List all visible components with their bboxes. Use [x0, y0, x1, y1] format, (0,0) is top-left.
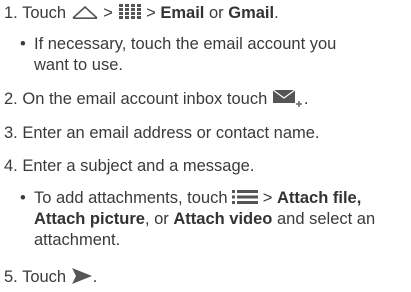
email-option: Email	[160, 4, 205, 22]
step-text: Touch	[22, 268, 67, 286]
period: .	[274, 4, 279, 22]
step-number: 2.	[4, 90, 18, 108]
step-number: 1.	[4, 4, 18, 22]
step-2: 2. On the email account inbox touch .	[4, 88, 308, 110]
separator: >	[262, 189, 273, 207]
step-5: 5. Touch .	[4, 266, 97, 288]
period: .	[92, 268, 98, 286]
attach-picture-option: Attach picture	[34, 210, 145, 228]
step-text: Enter a subject and a message.	[22, 157, 255, 175]
step-3: 3. Enter an email address or contact nam…	[4, 122, 320, 144]
note-line-1: To add attachments, touch > Attach file,	[34, 189, 362, 207]
note-line-3: attachment.	[34, 231, 121, 249]
bullet: •	[20, 189, 26, 207]
separator: >	[146, 4, 156, 22]
note-line-2: Attach picture, or Attach video and sele…	[34, 210, 376, 228]
home-icon	[71, 4, 99, 20]
step-1: 1. Touch > > Email or Gmail.	[4, 2, 279, 24]
apps-grid-icon	[118, 3, 142, 20]
menu-icon	[232, 189, 259, 204]
note-line-2: want to use.	[34, 56, 123, 74]
attach-video-option: Attach video	[173, 210, 273, 228]
step-text: Enter an email address or contact name.	[22, 124, 320, 142]
bullet: •	[20, 35, 26, 53]
step-text: Touch	[22, 4, 67, 22]
step-number: 3.	[4, 124, 18, 142]
step-number: 4.	[4, 157, 18, 175]
compose-email-icon	[272, 89, 304, 107]
send-icon	[71, 267, 93, 285]
attach-file-option: Attach file,	[276, 189, 362, 207]
step-4: 4. Enter a subject and a message.	[4, 155, 254, 177]
or-text: or	[208, 4, 224, 22]
note-line-1: If necessary, touch the email account yo…	[34, 35, 337, 53]
period: .	[303, 90, 309, 108]
step-text: On the email account inbox touch	[22, 90, 268, 108]
separator: >	[103, 4, 113, 22]
gmail-option: Gmail	[228, 4, 275, 22]
instructions-document: 1. Touch > > Email or Gmail. • If necess…	[0, 0, 411, 292]
step-number: 5.	[4, 268, 18, 286]
